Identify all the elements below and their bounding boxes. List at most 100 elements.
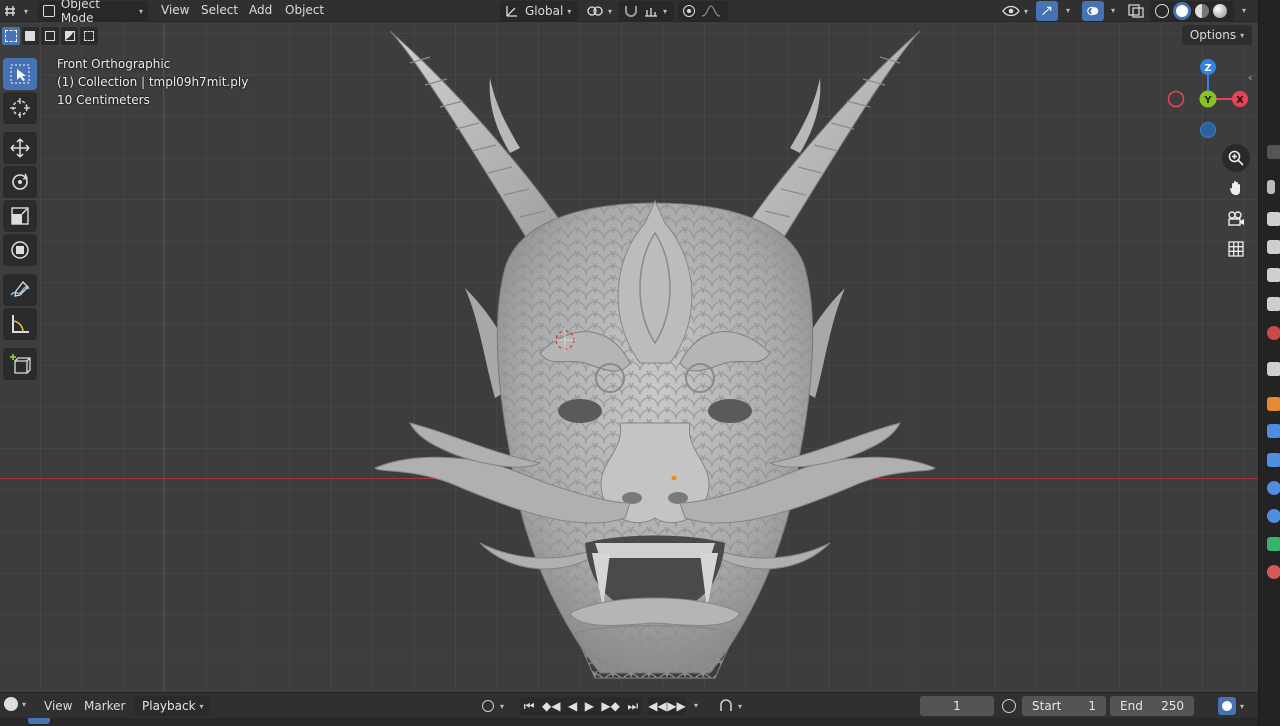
menu-view[interactable]: View: [161, 3, 189, 17]
properties-tab-strip: [1258, 0, 1280, 726]
physics-tab-icon[interactable]: [1267, 481, 1280, 495]
object-tab-icon[interactable]: [1267, 397, 1280, 411]
scale-tool[interactable]: [3, 200, 37, 232]
timeline-editor-type[interactable]: ▾: [4, 697, 26, 711]
rendered-shading-icon[interactable]: [1213, 4, 1227, 18]
scale-info: 10 Centimeters: [57, 93, 150, 107]
add-cube-tool[interactable]: [3, 348, 37, 380]
playback-dropdown-icon[interactable]: ▾: [694, 701, 698, 710]
snap-toggle[interactable]: ▾: [618, 1, 674, 21]
select-invert-icon[interactable]: [60, 27, 79, 45]
orientation-label: Global: [525, 4, 564, 18]
select-new-icon[interactable]: [2, 27, 20, 45]
play-icon[interactable]: ▶: [585, 699, 594, 713]
options-button[interactable]: Options ▾: [1182, 25, 1252, 45]
grid-icon: [1228, 241, 1244, 257]
step-forward-icon[interactable]: ▶▶: [667, 699, 685, 713]
move-icon: [10, 138, 30, 158]
current-frame-field[interactable]: 1: [920, 696, 994, 716]
rotate-tool[interactable]: [3, 166, 37, 198]
view-layer-tab-icon[interactable]: [1267, 240, 1280, 254]
mode-selector[interactable]: Object Mode ▾: [38, 0, 148, 25]
auto-key-icon: [720, 699, 732, 711]
select-subtract-icon[interactable]: [41, 27, 59, 45]
oni-mask-model[interactable]: [370, 23, 940, 692]
select-extend-icon[interactable]: [21, 27, 40, 45]
material-shading-icon[interactable]: [1195, 4, 1209, 18]
playback-label: Playback: [142, 699, 196, 713]
view-name: Front Orthographic: [57, 57, 171, 71]
proportional-editing[interactable]: [678, 1, 728, 21]
gizmo-neg-x[interactable]: [1167, 90, 1185, 108]
playback-controls: ⏮ ◆◀ ◀ ▶ ▶◆ ⏭: [520, 697, 642, 715]
menu-object[interactable]: Object: [285, 3, 324, 17]
scene-tab-icon[interactable]: [1267, 268, 1280, 282]
visibility-button[interactable]: ▾: [1002, 1, 1028, 21]
rotate-icon: [12, 173, 29, 190]
gizmo-icon: [1042, 6, 1052, 16]
particles-tab-icon[interactable]: [1267, 453, 1280, 467]
playback-menu[interactable]: Playback ▾: [134, 696, 210, 716]
scene-settings-icon[interactable]: [1267, 297, 1280, 311]
cursor-tool[interactable]: [3, 92, 37, 124]
auto-keying-button[interactable]: ▾: [710, 697, 750, 715]
object-origin: [671, 475, 677, 481]
timeline-overlay-button[interactable]: ▾: [1208, 697, 1254, 715]
camera-view-button[interactable]: [1222, 205, 1250, 233]
keying-button[interactable]: ▾: [478, 697, 508, 715]
xray-toggle[interactable]: [1128, 1, 1144, 21]
move-tool[interactable]: [3, 132, 37, 164]
play-reverse-icon[interactable]: ◀: [568, 699, 577, 713]
measure-tool[interactable]: [3, 308, 37, 340]
material-tab-icon[interactable]: [1267, 565, 1280, 579]
viewport-header: ▾ Object Mode ▾ View Select Add Object G…: [0, 0, 1258, 25]
prev-keyframe-icon[interactable]: ◆◀: [542, 699, 560, 713]
snap-increment-icon: [645, 8, 657, 17]
start-frame-field[interactable]: Start 1: [1022, 696, 1106, 716]
jump-start-icon[interactable]: ⏮: [524, 699, 535, 714]
menu-add[interactable]: Add: [249, 3, 272, 17]
constraints-tab-icon[interactable]: [1267, 509, 1280, 523]
output-tab-icon[interactable]: [1267, 212, 1280, 226]
select-intersect-icon[interactable]: [80, 27, 98, 45]
3d-viewport[interactable]: Front Orthographic (1) Collection | tmpl…: [0, 23, 1258, 692]
gizmo-neg-z[interactable]: [1200, 122, 1216, 138]
solid-shading-icon[interactable]: [1173, 2, 1191, 20]
next-keyframe-icon[interactable]: ▶◆: [601, 699, 619, 713]
overlay-icon: [1087, 6, 1099, 16]
overlay-toggle[interactable]: [1082, 1, 1104, 21]
perspective-toggle-button[interactable]: [1222, 235, 1250, 263]
measure-icon: [12, 315, 29, 333]
shading-dropdown-icon[interactable]: ▾: [1242, 6, 1246, 15]
wireframe-shading-icon[interactable]: [1155, 4, 1169, 18]
render-tab-icon[interactable]: [1267, 180, 1275, 194]
data-tab-icon[interactable]: [1267, 537, 1280, 551]
modifier-tab-icon[interactable]: [1267, 424, 1280, 438]
select-box-tool[interactable]: [3, 58, 37, 90]
world-tab-icon[interactable]: [1267, 326, 1280, 340]
jump-end-icon[interactable]: ⏭: [627, 699, 638, 714]
overlay-dropdown-icon[interactable]: ▾: [1111, 6, 1115, 15]
transform-orientation-selector[interactable]: Global ▾: [500, 1, 578, 21]
step-back-icon[interactable]: ◀◀: [648, 699, 666, 713]
timeline-menu-view[interactable]: View: [44, 699, 72, 713]
menu-select[interactable]: Select: [201, 3, 238, 17]
cursor-icon: [10, 98, 30, 118]
pan-button[interactable]: [1222, 174, 1250, 202]
stopwatch-icon[interactable]: [1002, 699, 1016, 713]
annotate-tool[interactable]: [3, 274, 37, 306]
tool-tab-icon[interactable]: [1267, 145, 1280, 159]
pivot-point-button[interactable]: ▾: [586, 1, 612, 21]
gizmo-toggle[interactable]: [1036, 1, 1058, 21]
select-box-icon: [10, 64, 30, 84]
collection-tab-icon[interactable]: [1267, 362, 1280, 376]
timeline-menu-marker[interactable]: Marker: [84, 699, 125, 713]
collection-info: (1) Collection | tmpl09h7mit.ply: [57, 75, 249, 89]
end-frame-field[interactable]: End 250: [1110, 696, 1194, 716]
zoom-button[interactable]: [1222, 144, 1250, 172]
editor-type-button[interactable]: ▾: [4, 1, 28, 21]
xray-icon: [1128, 4, 1144, 18]
transform-tool[interactable]: [3, 234, 37, 266]
gizmo-dropdown-icon[interactable]: ▾: [1066, 6, 1070, 15]
navigation-gizmo[interactable]: Z X Y: [1162, 55, 1254, 141]
